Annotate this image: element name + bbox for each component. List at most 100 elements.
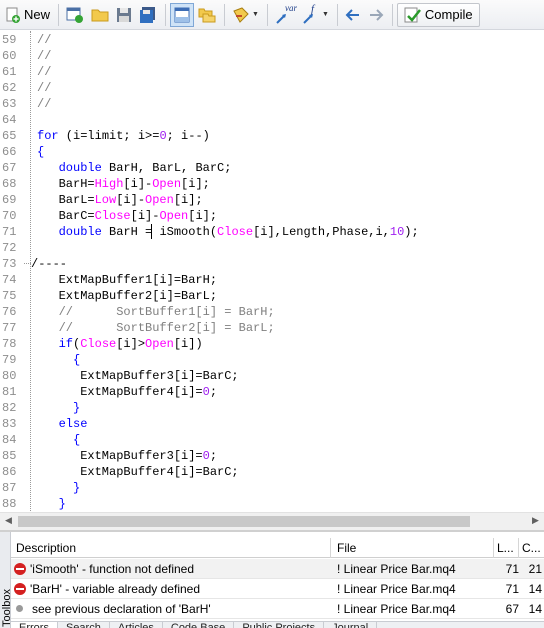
forward-button[interactable]	[365, 3, 387, 27]
error-line: 71	[505, 582, 519, 596]
toolbox-side-tab[interactable]: Toolbox	[0, 532, 13, 628]
error-description: see previous declaration of 'BarH'	[11, 599, 331, 619]
code-line[interactable]: 59 //	[0, 32, 544, 48]
compile-button[interactable]: Compile	[396, 2, 480, 27]
error-row[interactable]: 'iSmooth' - function not defined ! Linear…	[11, 559, 544, 579]
separator	[336, 3, 338, 26]
scroll-left-icon[interactable]: ◀	[5, 515, 12, 526]
grid-header: Description File L... C...	[11, 538, 544, 558]
navigator-toggle-button[interactable]	[170, 2, 195, 27]
save-all-button[interactable]	[136, 3, 160, 27]
code-line[interactable]: 61 //	[0, 64, 544, 80]
chevron-down-icon: ▼	[321, 11, 329, 18]
code-line[interactable]: 84 {	[0, 432, 544, 448]
code-line[interactable]: 75 ExtMapBuffer2[i]=BarL;	[0, 288, 544, 304]
back-button[interactable]	[342, 3, 364, 27]
code-line[interactable]: 69 BarL=Low[i]-Open[i];	[0, 192, 544, 208]
folders-icon	[198, 8, 216, 22]
tab-code-base[interactable]: Code Base	[163, 622, 235, 628]
tab-public-projects[interactable]: Public Projects	[234, 622, 325, 628]
error-row[interactable]: 'BarH' - variable already defined ! Linea…	[11, 579, 544, 599]
scroll-right-icon[interactable]: ▶	[532, 515, 539, 526]
line-number: 77	[2, 321, 17, 335]
compile-button-label: Compile	[424, 7, 473, 22]
code-text: ExtMapBuffer2[i]=BarL;	[37, 289, 218, 303]
code-line[interactable]: 77 // SortBuffer2[i] = BarL;	[0, 320, 544, 336]
code-line[interactable]: 73 /----	[0, 256, 544, 272]
line-number: 69	[2, 193, 17, 207]
code-line[interactable]: 72	[0, 240, 544, 256]
new-project-button[interactable]	[63, 3, 87, 27]
code-line[interactable]: 85 ExtMapBuffer3[i]=0;	[0, 448, 544, 464]
toolbox-toggle-button[interactable]	[195, 3, 219, 27]
styler-button[interactable]: ▼	[229, 3, 262, 27]
line-number: 78	[2, 337, 17, 351]
code-text: //	[37, 49, 52, 63]
error-column: 14	[528, 602, 542, 616]
new-button[interactable]: New	[2, 3, 53, 27]
code-text: ExtMapBuffer3[i]=0;	[37, 449, 218, 463]
code-line[interactable]: 78 if(Close[i]>Open[i])	[0, 336, 544, 352]
separator	[266, 3, 268, 26]
code-line[interactable]: 79 {	[0, 352, 544, 368]
error-column: 21	[528, 562, 542, 576]
error-icon	[14, 563, 26, 575]
code-line[interactable]: 86 ExtMapBuffer4[i]=BarC;	[0, 464, 544, 480]
code-line[interactable]: 66 {	[0, 144, 544, 160]
code-line[interactable]: 71 double BarH = iSmooth(Close[i],Length…	[0, 224, 544, 240]
column-header-col[interactable]: C...	[519, 538, 544, 558]
line-number: 65	[2, 129, 17, 143]
tab-errors[interactable]: Errors	[11, 622, 58, 628]
line-number: 74	[2, 273, 17, 287]
code-line[interactable]: 65 for (i=limit; i>=0; i--)	[0, 128, 544, 144]
column-header-line[interactable]: L...	[494, 538, 519, 558]
scrollbar-thumb[interactable]	[18, 516, 470, 527]
code-line[interactable]: 64	[0, 112, 544, 128]
code-line[interactable]: 68 BarH=High[i]-Open[i];	[0, 176, 544, 192]
code-text: BarL=Low[i]-Open[i];	[37, 193, 203, 207]
f-label: f	[310, 2, 315, 15]
new-project-icon	[66, 7, 84, 23]
open-button[interactable]	[88, 3, 112, 27]
line-number: 84	[2, 433, 17, 447]
column-header-description[interactable]: Description	[11, 538, 331, 558]
code-line[interactable]: 83 else	[0, 416, 544, 432]
compile-check-icon	[404, 7, 421, 22]
column-header-file[interactable]: File	[331, 538, 494, 558]
tab-search[interactable]: Search	[58, 622, 110, 628]
code-text: for (i=limit; i>=0; i--)	[37, 129, 210, 143]
line-number: 67	[2, 161, 17, 175]
code-line[interactable]: 81 ExtMapBuffer4[i]=0;	[0, 384, 544, 400]
code-line[interactable]: 74 ExtMapBuffer1[i]=BarH;	[0, 272, 544, 288]
code-line[interactable]: 67 double BarH, BarL, BarC;	[0, 160, 544, 176]
error-row[interactable]: see previous declaration of 'BarH' ! Line…	[11, 599, 544, 619]
code-line[interactable]: 82 }	[0, 400, 544, 416]
tab-articles[interactable]: Articles	[110, 622, 163, 628]
code-text: BarH=High[i]-Open[i];	[37, 177, 210, 191]
styler-icon	[233, 6, 249, 23]
line-number: 60	[2, 49, 17, 63]
code-line[interactable]: 62 //	[0, 80, 544, 96]
tab-journal[interactable]: Journal	[324, 622, 378, 628]
fold-marker	[24, 263, 31, 264]
save-button[interactable]	[113, 3, 135, 27]
code-text: ExtMapBuffer4[i]=0;	[37, 385, 218, 399]
code-line[interactable]: 87 }	[0, 480, 544, 496]
horizontal-scrollbar[interactable]: ◀ ▶	[0, 512, 544, 530]
insert-function-button[interactable]: f ▼	[299, 3, 332, 27]
code-text: double BarH = iSmooth(Close[i],Length,Ph…	[58, 225, 419, 239]
code-line[interactable]: 88 }	[0, 496, 544, 511]
panel-tabs: Errors Search Articles Code Base Public Proj…	[11, 621, 544, 628]
error-file: ! Linear Price Bar.mq4	[337, 562, 456, 576]
code-text: }	[58, 497, 66, 511]
code-text: {	[37, 145, 45, 159]
insert-variable-button[interactable]: var	[272, 3, 298, 27]
code-line[interactable]: 63 //	[0, 96, 544, 112]
line-number: 66	[2, 145, 17, 159]
code-line[interactable]: 76 // SortBuffer1[i] = BarH;	[0, 304, 544, 320]
code-line[interactable]: 70 BarC=Close[i]-Open[i];	[0, 208, 544, 224]
line-number: 71	[2, 225, 17, 239]
code-line[interactable]: 60 //	[0, 48, 544, 64]
code-line[interactable]: 80 ExtMapBuffer3[i]=BarC;	[0, 368, 544, 384]
code-editor[interactable]: 59 // 60 // 61 // 62 // 63 // 64 65 for (i=limit; i>…	[0, 31, 544, 511]
